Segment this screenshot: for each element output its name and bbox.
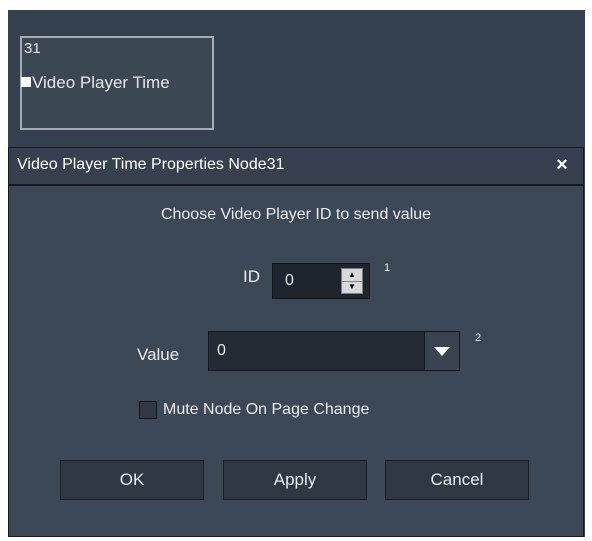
dropdown-button[interactable] <box>424 332 459 370</box>
node-input-port[interactable] <box>21 77 31 87</box>
value-selected: 0 <box>217 342 226 359</box>
id-label: ID <box>243 267 260 286</box>
id-value[interactable]: 0 <box>285 272 294 290</box>
dialog-titlebar[interactable]: Video Player Time Properties Node31 × <box>9 148 583 186</box>
mute-label[interactable]: Mute Node On Page Change <box>163 401 369 419</box>
properties-dialog: Video Player Time Properties Node31 × Ch… <box>8 147 584 537</box>
id-spinbox[interactable]: 0 ▲ ▼ <box>272 263 370 299</box>
value-label: Value <box>137 345 180 364</box>
node-title: Video Player Time <box>32 73 170 92</box>
instruction-text: Choose Video Player ID to send value <box>160 206 432 223</box>
spin-down-arrow-icon[interactable]: ▼ <box>342 281 362 293</box>
spin-buttons: ▲ ▼ <box>341 268 363 294</box>
chevron-down-icon <box>434 346 450 356</box>
cancel-button[interactable]: Cancel <box>385 460 529 500</box>
dialog-title: Video Player Time Properties Node31 <box>17 156 285 173</box>
id-footnote-marker: 1 <box>384 262 391 274</box>
video-player-time-node[interactable]: 31 Video Player Time <box>20 36 214 130</box>
value-footnote-marker: 2 <box>475 332 482 344</box>
ok-button[interactable]: OK <box>60 460 204 500</box>
node-id-label: 31 <box>24 40 41 57</box>
apply-button[interactable]: Apply <box>223 460 367 500</box>
mute-checkbox[interactable] <box>139 401 157 419</box>
close-icon[interactable]: × <box>553 155 571 175</box>
value-dropdown[interactable]: 0 <box>208 331 460 371</box>
